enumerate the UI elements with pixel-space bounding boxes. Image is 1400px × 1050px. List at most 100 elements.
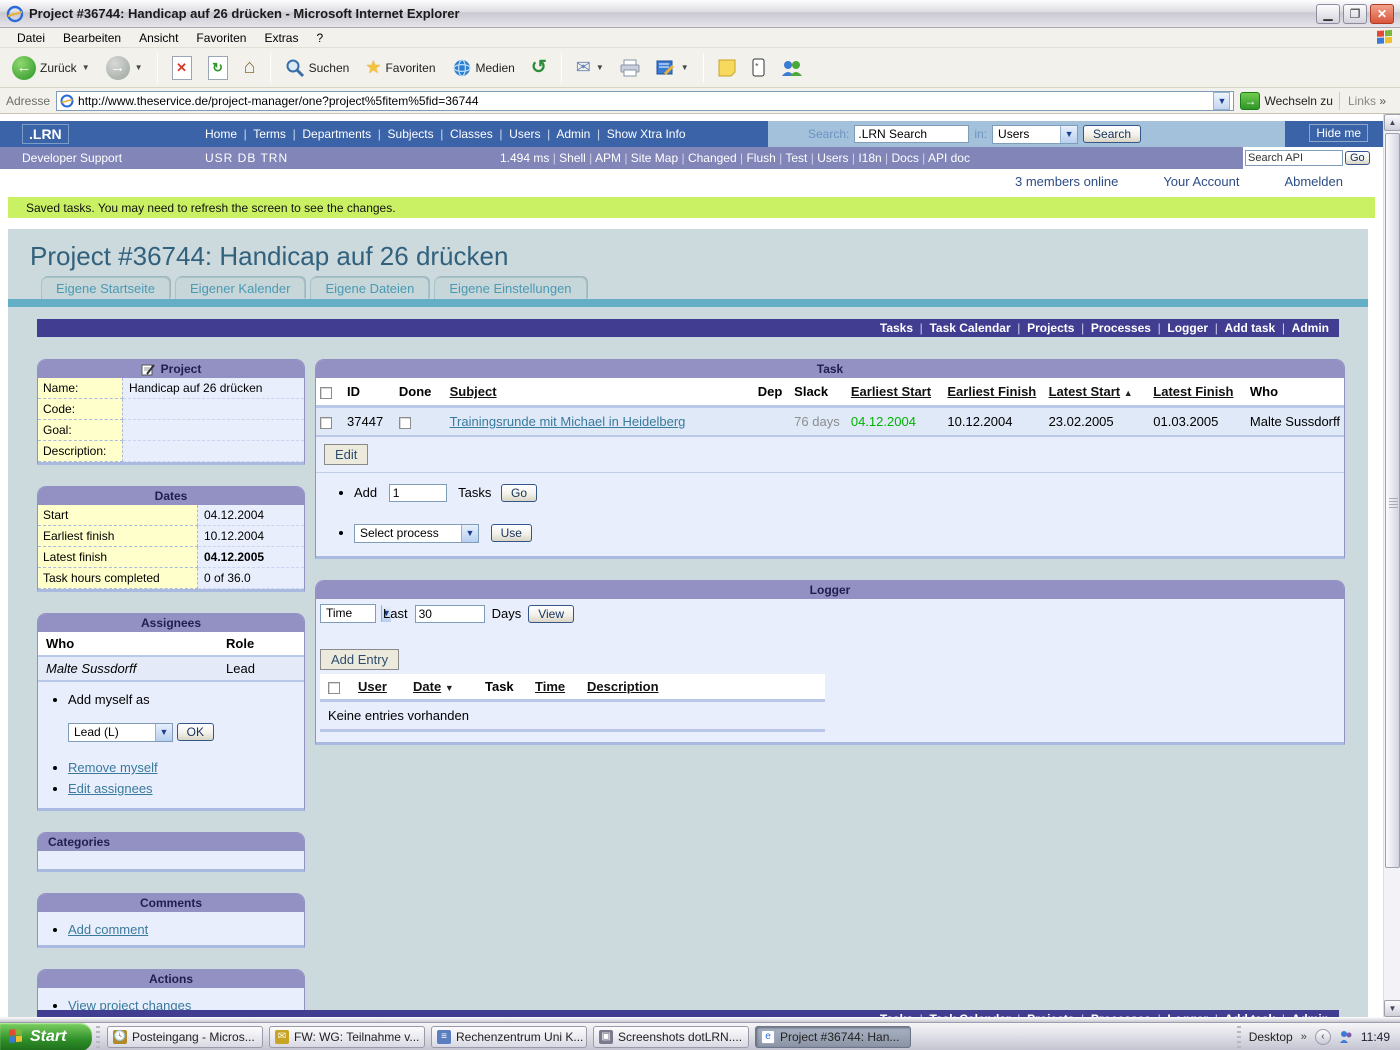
back-dropdown-icon[interactable]: ▼ bbox=[82, 63, 90, 72]
back-button[interactable]: ← Zurück ▼ bbox=[6, 53, 96, 83]
nav-task-calendar[interactable]: Task Calendar bbox=[913, 321, 1011, 335]
taskbar-button-outlook[interactable]: 🕓 Posteingang - Micros... bbox=[107, 1026, 263, 1048]
mobile-button[interactable]: * bbox=[746, 55, 771, 80]
tab-eigener-kalender[interactable]: Eigener Kalender bbox=[175, 277, 305, 299]
favorites-button[interactable]: ★ Favoriten bbox=[359, 54, 441, 81]
dev-link-test[interactable]: Test bbox=[776, 151, 808, 165]
nav-admin[interactable]: Admin bbox=[1275, 321, 1329, 335]
your-account-link[interactable]: Your Account bbox=[1163, 174, 1239, 189]
media-button[interactable]: Medien bbox=[446, 55, 521, 81]
home-button[interactable]: ⌂ bbox=[238, 53, 262, 82]
dev-link-sitemap[interactable]: Site Map bbox=[621, 151, 678, 165]
restore-button[interactable]: ❐ bbox=[1343, 4, 1367, 24]
hide-me-link[interactable]: Hide me bbox=[1309, 124, 1368, 142]
logger-select-all-checkbox[interactable] bbox=[328, 682, 340, 694]
dev-link-users[interactable]: Users bbox=[807, 151, 848, 165]
print-button[interactable] bbox=[614, 56, 646, 80]
menu-ansicht[interactable]: Ansicht bbox=[130, 29, 187, 47]
refresh-button[interactable]: ↻ bbox=[202, 53, 234, 83]
address-url[interactable]: http://www.theservice.de/project-manager… bbox=[78, 94, 1209, 108]
mail-button[interactable]: ✉▼ bbox=[570, 54, 610, 81]
dev-link-apm[interactable]: APM bbox=[586, 151, 621, 165]
tab-eigene-startseite[interactable]: Eigene Startseite bbox=[41, 277, 170, 299]
dev-link-flush[interactable]: Flush bbox=[737, 151, 776, 165]
col-latest-finish-sort[interactable]: Latest Finish bbox=[1153, 384, 1233, 399]
messenger-tray-icon[interactable] bbox=[1339, 1030, 1353, 1044]
nav-projects[interactable]: Projects bbox=[1011, 321, 1075, 335]
mail-dropdown-icon[interactable]: ▼ bbox=[596, 63, 604, 72]
search-scope-select[interactable]: Users ▼ bbox=[992, 125, 1078, 144]
api-go-button[interactable]: Go bbox=[1345, 151, 1370, 165]
minimize-button[interactable]: ▁ bbox=[1316, 4, 1340, 24]
col-description-sort[interactable]: Description bbox=[587, 679, 659, 694]
edit-assignees-link[interactable]: Edit assignees bbox=[68, 781, 153, 796]
lrn-logo[interactable]: .LRN bbox=[22, 124, 69, 144]
col-earliest-start-sort[interactable]: Earliest Start bbox=[851, 384, 931, 399]
dev-link-apidoc[interactable]: API doc bbox=[919, 151, 970, 165]
nav-processes[interactable]: Processes bbox=[1074, 321, 1151, 335]
taskbar-button-mail[interactable]: ✉ FW: WG: Teilnahme v... bbox=[269, 1026, 425, 1048]
process-select[interactable]: Select process ▼ bbox=[354, 524, 479, 543]
tab-eigene-dateien[interactable]: Eigene Dateien bbox=[310, 277, 429, 299]
search-button[interactable]: Suchen bbox=[279, 55, 356, 81]
taskbar-button-project-active[interactable]: e Project #36744: Han... bbox=[755, 1026, 911, 1048]
hidden-icons-button[interactable]: ‹ bbox=[1315, 1029, 1331, 1045]
menu-extras[interactable]: Extras bbox=[255, 29, 307, 47]
col-earliest-finish-sort[interactable]: Earliest Finish bbox=[947, 384, 1036, 399]
stop-button[interactable]: ✕ bbox=[166, 53, 198, 83]
dev-link-changed[interactable]: Changed bbox=[678, 151, 737, 165]
lrn-nav-departments[interactable]: Departments bbox=[286, 127, 371, 141]
task-done-checkbox[interactable] bbox=[399, 417, 411, 429]
scroll-up-button[interactable]: ▲ bbox=[1384, 114, 1400, 131]
remove-myself-link[interactable]: Remove myself bbox=[68, 760, 158, 775]
col-user-sort[interactable]: User bbox=[358, 679, 387, 694]
add-tasks-input[interactable] bbox=[389, 484, 447, 502]
links-menu[interactable]: Links bbox=[1339, 92, 1394, 110]
lrn-nav-terms[interactable]: Terms bbox=[237, 127, 286, 141]
add-comment-link[interactable]: Add comment bbox=[68, 922, 148, 937]
edit-project-icon[interactable] bbox=[141, 363, 155, 376]
address-dropdown-icon[interactable]: ▼ bbox=[1213, 92, 1230, 110]
taskbar-button-document[interactable]: ≡ Rechenzentrum Uni K... bbox=[431, 1026, 587, 1048]
task-row-checkbox[interactable] bbox=[320, 417, 332, 429]
lrn-search-button[interactable]: Search bbox=[1083, 125, 1141, 143]
menu-datei[interactable]: Datei bbox=[8, 29, 54, 47]
task-subject-link[interactable]: Trainingsrunde mit Michael in Heidelberg bbox=[450, 414, 686, 429]
menu-help[interactable]: ? bbox=[307, 29, 332, 47]
edit-task-button[interactable]: Edit bbox=[324, 444, 368, 465]
lrn-nav-admin[interactable]: Admin bbox=[541, 127, 591, 141]
dev-link-shell[interactable]: Shell bbox=[549, 151, 585, 165]
lrn-nav-subjects[interactable]: Subjects bbox=[371, 127, 433, 141]
forward-dropdown-icon[interactable]: ▼ bbox=[135, 63, 143, 72]
address-input[interactable]: http://www.theservice.de/project-manager… bbox=[56, 91, 1234, 111]
dev-link-i18n[interactable]: I18n bbox=[849, 151, 882, 165]
lrn-nav-users[interactable]: Users bbox=[493, 127, 541, 141]
history-button[interactable]: ↺ bbox=[525, 53, 553, 82]
nav-tasks[interactable]: Tasks bbox=[880, 321, 913, 335]
col-time-sort[interactable]: Time bbox=[535, 679, 565, 694]
lrn-nav-home[interactable]: Home bbox=[205, 127, 237, 141]
logout-link[interactable]: Abmelden bbox=[1284, 174, 1343, 189]
vertical-scrollbar[interactable]: ▲ ▼ bbox=[1383, 114, 1400, 1017]
sort-asc-icon[interactable]: ▲ bbox=[1124, 388, 1133, 398]
logger-scope-select[interactable]: Time ▼ bbox=[320, 604, 376, 623]
close-button[interactable]: ✕ bbox=[1370, 4, 1394, 24]
menu-favoriten[interactable]: Favoriten bbox=[187, 29, 255, 47]
quicklaunch-grip[interactable] bbox=[96, 1026, 100, 1048]
go-button[interactable]: → Wechseln zu bbox=[1240, 92, 1332, 110]
role-select[interactable]: Lead (L) ▼ bbox=[68, 723, 173, 742]
lrn-nav-classes[interactable]: Classes bbox=[434, 127, 493, 141]
dev-link-docs[interactable]: Docs bbox=[882, 151, 919, 165]
lrn-search-input[interactable] bbox=[854, 125, 969, 143]
col-latest-start-sort[interactable]: Latest Start bbox=[1049, 384, 1121, 399]
start-button[interactable]: Start bbox=[0, 1023, 92, 1050]
edit-button[interactable]: ▼ bbox=[650, 56, 695, 80]
api-search-input[interactable] bbox=[1245, 150, 1343, 166]
tab-eigene-einstellungen[interactable]: Eigene Einstellungen bbox=[434, 277, 586, 299]
scroll-thumb[interactable] bbox=[1385, 133, 1400, 868]
logger-days-input[interactable] bbox=[415, 605, 485, 623]
edit-dropdown-icon[interactable]: ▼ bbox=[681, 63, 689, 72]
logger-view-button[interactable]: View bbox=[528, 605, 574, 623]
sort-desc-icon[interactable]: ▼ bbox=[445, 683, 454, 693]
taskbar-button-screenshots[interactable]: ▣ Screenshots dotLRN.... bbox=[593, 1026, 749, 1048]
